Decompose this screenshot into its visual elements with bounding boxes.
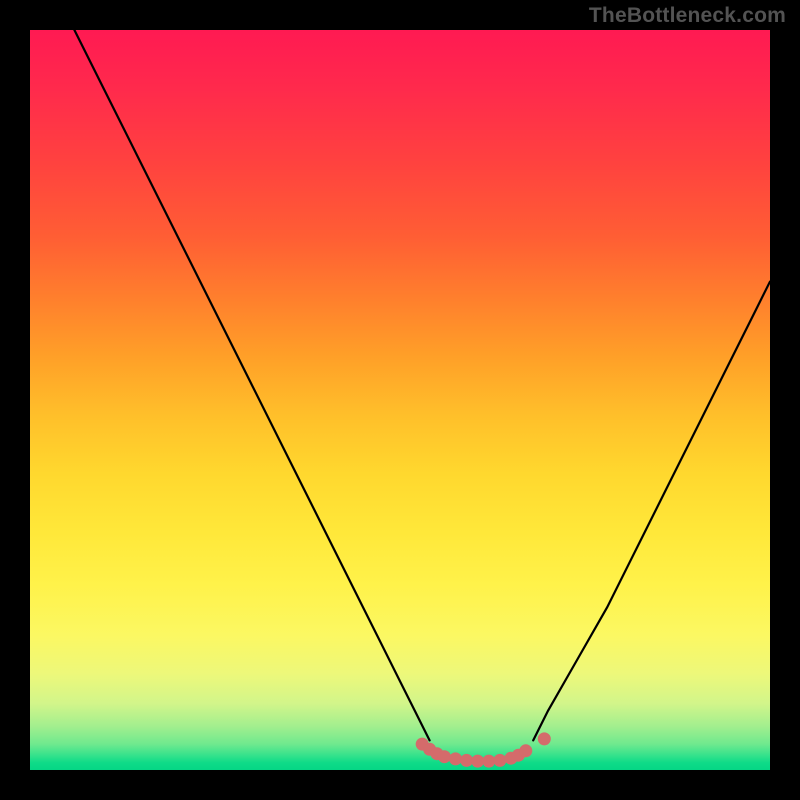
marker-dots-group [416,732,551,767]
curve-right-branch [533,282,770,741]
chart-frame: TheBottleneck.com [0,0,800,800]
marker-dot [449,752,462,765]
marker-dot [519,744,532,757]
curve-left-branch [74,30,429,740]
marker-dot [538,732,551,745]
watermark-text: TheBottleneck.com [589,4,786,28]
curves-svg [30,30,770,770]
plot-area [30,30,770,770]
marker-dot [493,754,506,767]
marker-dot [438,750,451,763]
marker-dot [482,755,495,768]
marker-dot [471,755,484,768]
marker-dot [460,754,473,767]
